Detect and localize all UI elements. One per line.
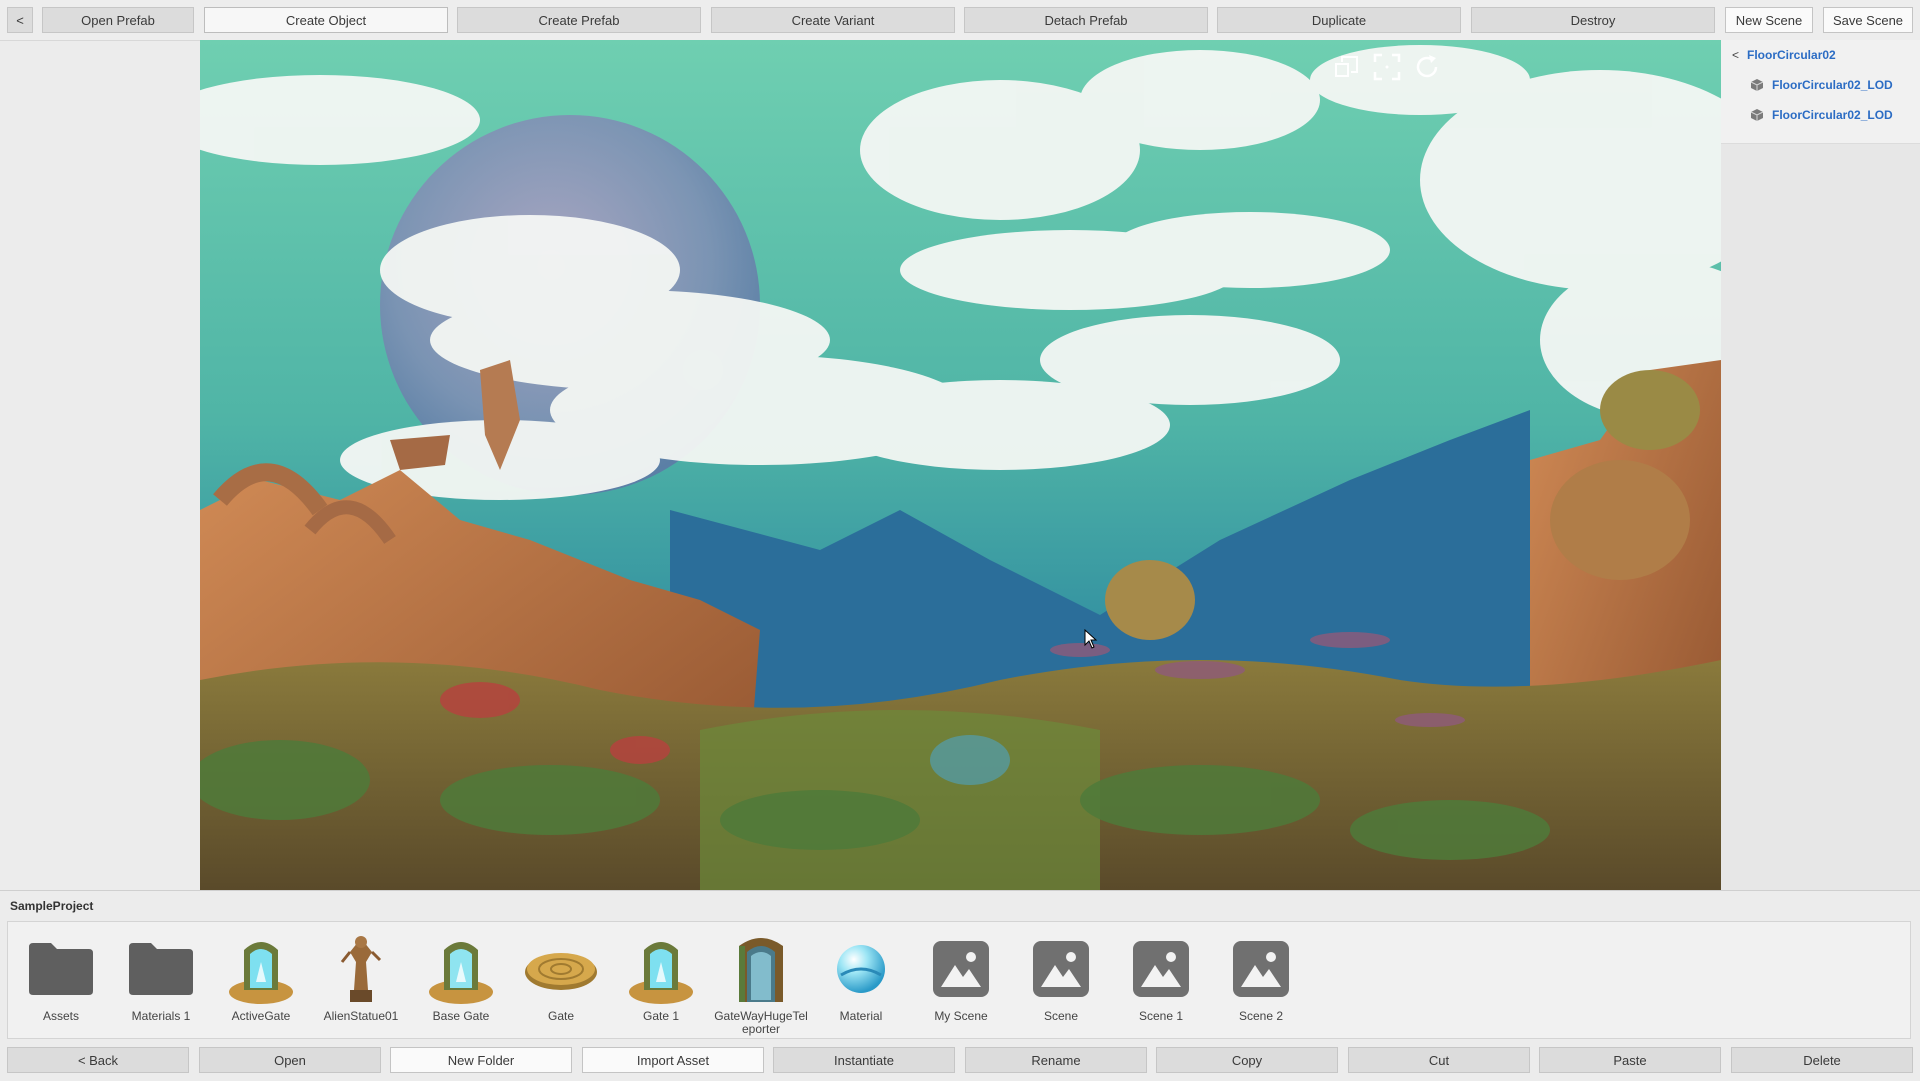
hierarchy-child-label[interactable]: FloorCircular02_LOD [1772,78,1893,92]
asset-item[interactable]: Scene [1012,932,1110,1023]
destroy-button[interactable]: Destroy [1471,7,1715,33]
asset-item[interactable]: Scene 1 [1112,932,1210,1023]
project-panel: SampleProject Assets Materials 1 ActiveG… [0,890,1920,1081]
mouse-cursor-icon [1084,629,1098,649]
cube-icon [1750,79,1764,91]
gate-icon [229,942,293,1004]
asset-label: Gate [547,1009,574,1023]
asset-item[interactable]: AlienStatue01 [312,932,410,1023]
resize-icon[interactable] [1332,52,1362,82]
new-folder-button[interactable]: New Folder [390,1047,572,1073]
hierarchy-child-row[interactable]: FloorCircular02_LOD [1750,108,1893,122]
scene-icon [1033,941,1089,997]
asset-item[interactable]: Gate 1 [612,932,710,1023]
asset-item[interactable]: Assets [12,932,110,1023]
platform-icon [525,953,597,990]
import-asset-button[interactable]: Import Asset [582,1047,764,1073]
asset-label: Gate 1 [642,1009,680,1023]
detach-prefab-button[interactable]: Detach Prefab [964,7,1208,33]
cube-icon [1750,109,1764,121]
main-toolbar: < Open Prefab Create Object Create Prefa… [0,0,1920,40]
save-scene-button[interactable]: Save Scene [1823,7,1913,33]
asset-label: Assets [42,1009,79,1023]
asset-item[interactable]: Materials 1 [112,932,210,1023]
folder-icon [29,943,93,995]
asset-item[interactable]: ActiveGate [212,932,310,1023]
fullscreen-icon[interactable] [1372,52,1402,82]
duplicate-button[interactable]: Duplicate [1217,7,1461,33]
refresh-icon[interactable] [1412,52,1442,82]
asset-grid: Assets Materials 1 ActiveGate AlienStatu… [7,921,1911,1039]
paste-button[interactable]: Paste [1539,1047,1721,1073]
asset-label: My Scene [934,1009,988,1023]
create-variant-button[interactable]: Create Variant [711,7,955,33]
gate-icon [629,942,693,1004]
hierarchy-root-label[interactable]: FloorCircular02 [1747,48,1836,62]
asset-item[interactable]: My Scene [912,932,1010,1023]
open-prefab-button[interactable]: Open Prefab [42,7,194,33]
rename-button[interactable]: Rename [965,1047,1147,1073]
delete-button[interactable]: Delete [1731,1047,1913,1073]
cut-button[interactable]: Cut [1348,1047,1530,1073]
scene-icon [1133,941,1189,997]
asset-label: GateWayHugeTeleporter [714,1009,808,1036]
asset-label: Base Gate [432,1009,490,1023]
instantiate-button[interactable]: Instantiate [773,1047,955,1073]
hierarchy-child-label[interactable]: FloorCircular02_LOD [1772,108,1893,122]
asset-label: Scene 2 [1238,1009,1284,1023]
hierarchy-root-row[interactable]: < FloorCircular02 [1732,48,1836,62]
scene-icon [1233,941,1289,997]
scene-render [200,40,1721,890]
gate-icon [429,942,493,1004]
back-button[interactable]: < Back [7,1047,189,1073]
left-panel [0,40,200,891]
material-sphere-icon [837,945,885,993]
hierarchy-child-row[interactable]: FloorCircular02_LOD [1750,78,1893,92]
hierarchy-tree: < FloorCircular02 FloorCircular02_LOD Fl… [1721,40,1920,144]
open-button[interactable]: Open [199,1047,381,1073]
statue-icon [340,936,382,1002]
asset-item[interactable]: Gate [512,932,610,1023]
asset-label: Material [839,1009,883,1023]
hierarchy-back-button[interactable]: < [1732,48,1739,62]
hierarchy-panel: < FloorCircular02 FloorCircular02_LOD Fl… [1721,40,1920,890]
asset-item[interactable]: Base Gate [412,932,510,1023]
create-object-button[interactable]: Create Object [204,7,448,33]
toolbar-back-button[interactable]: < [7,7,33,33]
asset-label: Scene [1043,1009,1079,1023]
asset-label: Materials 1 [131,1009,191,1023]
project-title: SampleProject [10,899,94,913]
scene-icon [933,941,989,997]
asset-label: ActiveGate [231,1009,291,1023]
teleporter-icon [739,938,783,1002]
create-prefab-button[interactable]: Create Prefab [457,7,701,33]
asset-item[interactable]: GateWayHugeTeleporter [712,932,810,1036]
asset-label: AlienStatue01 [323,1009,399,1023]
new-scene-button[interactable]: New Scene [1725,7,1813,33]
scene-viewport[interactable] [200,40,1721,890]
asset-item[interactable]: Scene 2 [1212,932,1310,1023]
copy-button[interactable]: Copy [1156,1047,1338,1073]
folder-icon [129,943,193,995]
asset-item[interactable]: Material [812,932,910,1023]
asset-label: Scene 1 [1138,1009,1184,1023]
